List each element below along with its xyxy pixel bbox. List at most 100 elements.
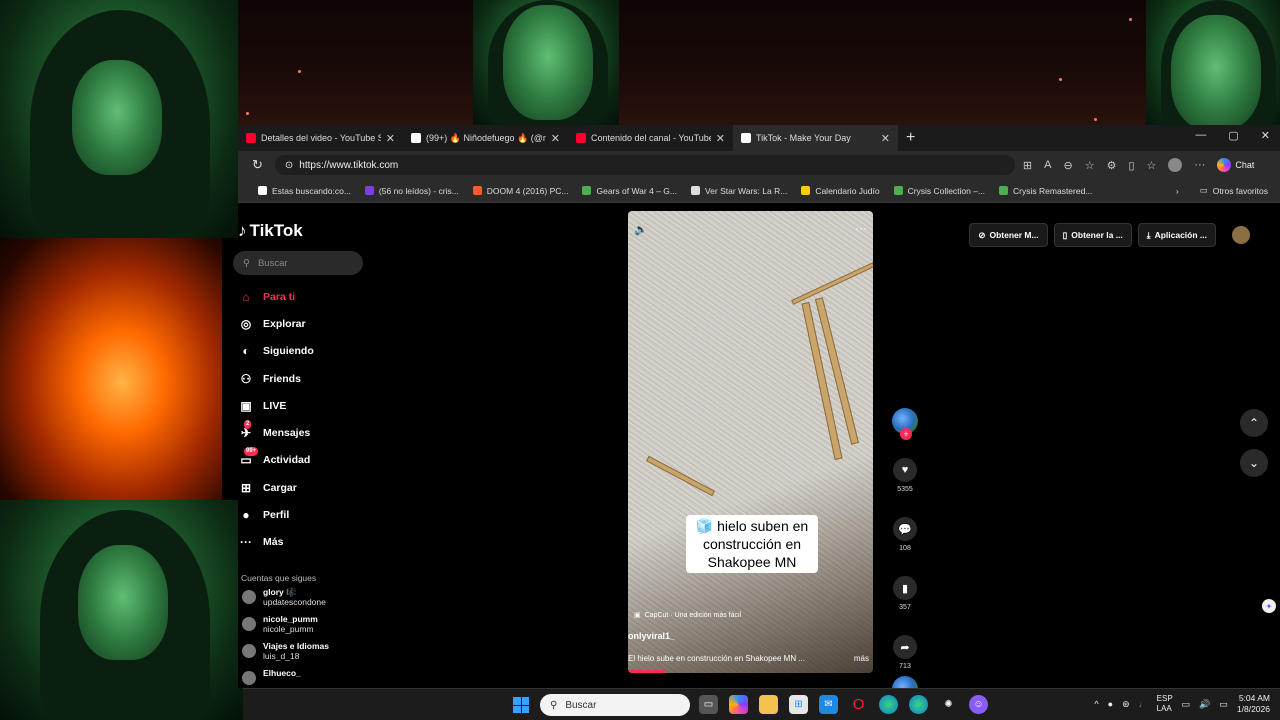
sidebar-item-actividad[interactable]: ▭ 99+ Actividad	[238, 447, 314, 474]
copilot-chat-button[interactable]: Chat	[1217, 158, 1254, 172]
capcut-label: CapCut · Una edición más fácil	[644, 611, 742, 619]
bookmark-item[interactable]: (56 no leídos) - cris...	[364, 186, 459, 196]
activity-icon: ▭ 99+	[240, 447, 259, 468]
opera-icon[interactable]: O	[849, 695, 868, 714]
saves-count: 357	[899, 604, 911, 611]
bookmark-item[interactable]: Gears of War 4 – G...	[582, 186, 677, 196]
bookmark-item[interactable]: Crysis Remastered...	[999, 186, 1092, 196]
windows-start-icon[interactable]	[513, 697, 529, 713]
heart-icon[interactable]: ♥	[893, 458, 917, 482]
copilot-app-icon[interactable]	[729, 695, 748, 714]
mail-icon[interactable]: ✉	[819, 695, 838, 714]
star-icon[interactable]: ☆	[1085, 159, 1095, 172]
bookmark-item[interactable]: Estas buscando:co...	[258, 186, 351, 196]
edge-beta-icon[interactable]	[909, 695, 928, 714]
battery-icon[interactable]: ▭	[1219, 699, 1228, 710]
tab-tiktok-profile[interactable]: (99+) 🔥 Niñodefuego 🔥 (@niofu ✕	[403, 125, 568, 151]
bookmark-item[interactable]: Ver Star Wars: La R...	[690, 186, 787, 196]
tab-tiktok[interactable]: TikTok - Make Your Day ✕	[733, 125, 898, 151]
profile-avatar[interactable]	[1168, 158, 1183, 172]
discord-icon[interactable]: ☺	[969, 695, 988, 714]
edge-icon[interactable]	[879, 695, 898, 714]
share-icon[interactable]: ➦	[893, 635, 917, 659]
sidebar-item-mas[interactable]: ··· Más	[238, 529, 314, 556]
chatgpt-icon[interactable]: ✺	[939, 695, 958, 714]
video-progress-bar[interactable]	[628, 670, 665, 673]
zoom-icon[interactable]: ⊖	[1063, 159, 1072, 172]
network-app-icon[interactable]: ●	[1108, 699, 1113, 709]
maximize-icon[interactable]: ▢	[1228, 129, 1238, 142]
tab-youtube-details[interactable]: Detalles del video - YouTube Stud ✕	[238, 125, 403, 151]
more-link[interactable]: más	[854, 654, 869, 663]
language-indicator[interactable]: ESP LAA	[1157, 694, 1173, 714]
sidebar-item-live[interactable]: ▣ LIVE	[238, 392, 314, 419]
comment-icon[interactable]: 💬	[893, 517, 917, 541]
security-icon[interactable]: ⊛	[1122, 699, 1130, 710]
follow-plus-icon[interactable]: +	[900, 428, 912, 440]
volume-icon[interactable]: 🔈	[634, 223, 648, 236]
fire-overlay	[0, 238, 222, 500]
close-icon[interactable]: ✕	[716, 132, 725, 145]
bookmark-icon[interactable]: ▮	[893, 576, 917, 600]
chevron-up-icon: ⌃	[1248, 416, 1260, 430]
store-icon[interactable]: ⊞	[789, 695, 808, 714]
reload-icon[interactable]: ↻	[252, 157, 263, 173]
sidebar-item-cargar[interactable]: ⊞ Cargar	[238, 474, 314, 501]
close-icon[interactable]: ✕	[551, 132, 560, 145]
menu-icon[interactable]: ···	[1194, 159, 1205, 171]
split-screen-icon[interactable]: ▯	[1128, 159, 1134, 172]
sidebar-item-label: Perfil	[263, 509, 290, 522]
chevron-up-icon[interactable]: ^	[1094, 699, 1098, 709]
apps-icon[interactable]: ⊞	[1023, 159, 1032, 172]
bookmark-item[interactable]: Crysis Collection –...	[893, 186, 985, 196]
user-avatar[interactable]	[1232, 226, 1250, 244]
get-coins-button[interactable]: ⊘ Obtener M...	[969, 223, 1048, 247]
translate-icon[interactable]: A	[1044, 159, 1051, 171]
search-input[interactable]: ⚲ Buscar	[233, 251, 363, 275]
bookmark-item[interactable]: DOOM 4 (2016) PC...	[472, 186, 568, 196]
friends-icon: ⚇	[240, 371, 252, 386]
video-player[interactable]: 🔈 ··· 🧊 hielo suben en construcción en S…	[628, 211, 873, 673]
sidebar-item-mensajes[interactable]: ✈ 2 Mensajes	[238, 419, 314, 446]
list-item[interactable]: Viajes e Idiomas luis_d_18	[242, 641, 329, 668]
tiktok-note-icon: ♪	[238, 221, 247, 240]
extensions-icon[interactable]: ⚙	[1107, 159, 1117, 172]
tiktok-logo[interactable]: ♪ TikTok	[238, 221, 303, 241]
new-tab-button[interactable]: +	[898, 129, 923, 147]
sidebar-item-friends[interactable]: ⚇ Friends	[238, 365, 314, 392]
sidebar-item-label: Más	[263, 536, 284, 549]
previous-video-button[interactable]: ⌃	[1240, 409, 1268, 437]
list-item[interactable]: nicole_pumm nicole_pumm	[242, 614, 329, 641]
more-options-icon[interactable]: ···	[855, 221, 867, 235]
clock[interactable]: 5:04 AM 1/8/2026	[1237, 693, 1270, 715]
sidebar-item-explorar[interactable]: ◎ Explorar	[238, 310, 314, 337]
volume-icon[interactable]: 🔊	[1199, 699, 1210, 710]
tab-youtube-content[interactable]: Contenido del canal - YouTube St ✕	[568, 125, 733, 151]
video-username[interactable]: onlyviral1_	[628, 631, 675, 641]
favorites-icon[interactable]: ☆	[1147, 159, 1157, 172]
close-icon[interactable]: ✕	[881, 132, 890, 145]
minimize-icon[interactable]: —	[1195, 129, 1206, 142]
task-view-icon[interactable]: ▭	[699, 695, 718, 714]
desktop-app-button[interactable]: ⤓ Aplicación ...	[1137, 223, 1216, 247]
url-field[interactable]: ⊙ https://www.tiktok.com	[274, 155, 1015, 175]
other-favorites[interactable]: › ▭ Otros favoritos	[1176, 185, 1268, 196]
copilot-side-icon[interactable]: ✦	[1262, 599, 1276, 613]
list-item[interactable]: glory 🎼 updatescondone	[242, 587, 329, 614]
get-app-button[interactable]: ▯ Obtener la ...	[1053, 223, 1132, 247]
sidebar-item-siguiendo[interactable]: ◐ Siguiendo	[238, 338, 313, 365]
bookmark-icon	[364, 186, 374, 195]
creator-avatar[interactable]: +	[892, 408, 918, 440]
sidebar-item-para-ti[interactable]: ⌂ Para ti	[238, 283, 314, 310]
taskbar-search[interactable]: ⚲ Buscar	[540, 694, 690, 716]
microphone-icon[interactable]: ♩	[1139, 699, 1148, 709]
bookmark-item[interactable]: Calendario Judío	[801, 186, 880, 196]
chevron-right-icon[interactable]: ›	[1176, 186, 1179, 196]
display-icon[interactable]: ▭	[1182, 699, 1191, 710]
file-explorer-icon[interactable]	[759, 695, 778, 714]
site-info-icon[interactable]: ⊙	[285, 160, 293, 171]
close-window-icon[interactable]: ✕	[1261, 129, 1270, 142]
next-video-button[interactable]: ⌄	[1240, 449, 1268, 477]
close-icon[interactable]: ✕	[386, 132, 395, 145]
sidebar-item-perfil[interactable]: ● Perfil	[238, 501, 314, 528]
